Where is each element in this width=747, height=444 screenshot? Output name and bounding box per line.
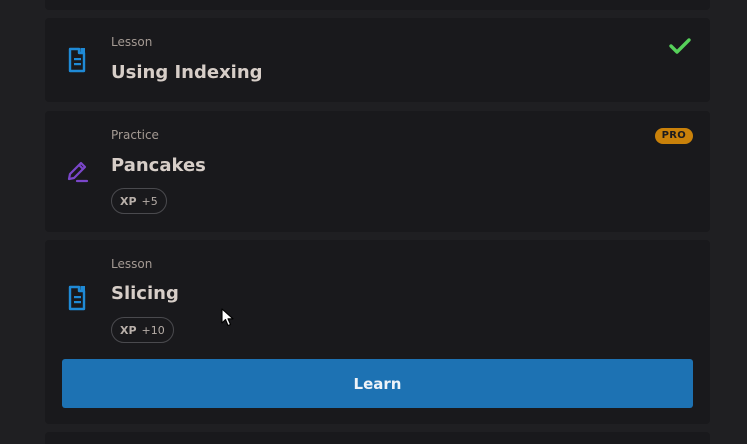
pro-badge: PRO — [654, 128, 693, 144]
lesson-card-slicing[interactable]: Lesson Slicing XP +10 Learn — [45, 240, 710, 424]
xp-label: XP — [120, 194, 137, 208]
lesson-card-using-indexing[interactable]: Lesson Using Indexing — [45, 18, 710, 102]
course-stage: Lesson Using Indexing Practice Pancakes … — [0, 0, 747, 444]
lesson-document-icon — [65, 46, 91, 74]
item-title: Slicing — [111, 283, 179, 304]
mouse-pointer-icon — [221, 308, 235, 328]
xp-value: +10 — [141, 323, 165, 337]
item-kind-label: Lesson — [111, 35, 153, 49]
next-card — [45, 432, 710, 444]
previous-card — [45, 0, 710, 10]
item-title: Pancakes — [111, 155, 206, 176]
learn-button[interactable]: Learn — [62, 359, 693, 408]
lesson-document-icon — [65, 284, 91, 312]
practice-card-pancakes[interactable]: Practice Pancakes PRO XP +5 — [45, 111, 710, 232]
xp-value: +5 — [141, 194, 158, 208]
xp-pill: XP +5 — [111, 188, 167, 214]
xp-label: XP — [120, 323, 137, 337]
item-title: Using Indexing — [111, 62, 263, 83]
completed-check-icon — [668, 36, 692, 56]
item-kind-label: Lesson — [111, 257, 153, 271]
item-kind-label: Practice — [111, 128, 159, 142]
xp-pill: XP +10 — [111, 317, 174, 343]
practice-pencil-icon — [65, 157, 91, 185]
